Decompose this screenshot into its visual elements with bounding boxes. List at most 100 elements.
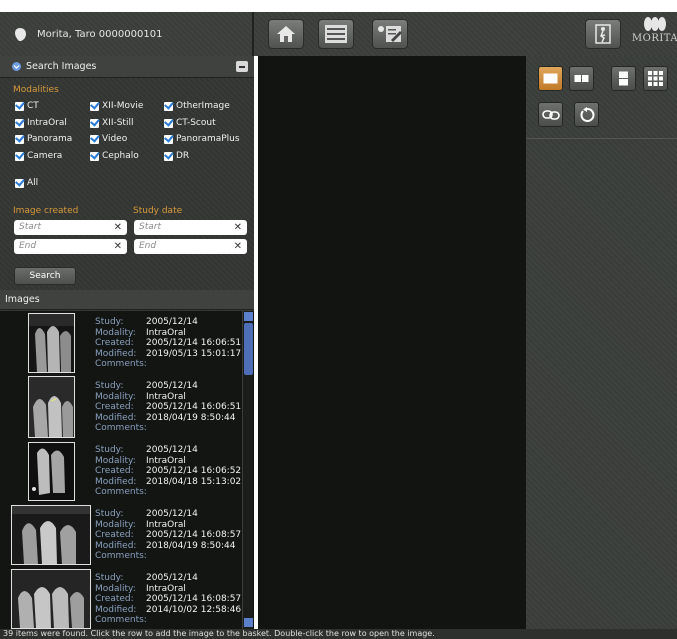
- modality-checkbox-intraoral[interactable]: IntraOral: [15, 118, 67, 128]
- collapse-chevron-icon: [12, 62, 21, 71]
- link-icon: [541, 109, 560, 120]
- modality-checkbox-panorama[interactable]: Panorama: [15, 134, 72, 144]
- modality-checkbox-ct-scout[interactable]: CT-Scout: [164, 118, 216, 128]
- two-view-button[interactable]: [569, 66, 594, 91]
- modality-label: XII-Still: [102, 118, 134, 128]
- study-date-end-field[interactable]: End ✕: [134, 239, 247, 254]
- image-list[interactable]: Study: 2005/12/14 Modality: IntraOral Crea…: [0, 311, 254, 629]
- created-value: 2005/12/14 16:08:57: [146, 594, 242, 605]
- clear-icon[interactable]: ✕: [234, 220, 242, 235]
- study-value: 2005/12/14: [146, 509, 198, 519]
- modality-key: Modality:: [95, 327, 136, 338]
- patient-name-id: Morita, Taro 0000000101: [37, 28, 163, 40]
- comments-key: Comments:: [95, 423, 147, 434]
- created-value: 2005/12/14 16:08:57: [146, 530, 242, 541]
- modality-checkbox-camera[interactable]: Camera: [15, 151, 62, 161]
- modality-label: Cephalo: [102, 151, 139, 161]
- study-date-label: Study date: [133, 206, 183, 216]
- search-images-header[interactable]: Search Images: [0, 56, 254, 78]
- image-row[interactable]: Study: 2005/12/14 Modality: IntraOral Crea…: [0, 503, 242, 567]
- rotate-button[interactable]: [574, 102, 599, 127]
- scrollbar-thumb[interactable]: [244, 323, 253, 375]
- image-info: Study: 2005/12/14 Modality: IntraOral Crea…: [95, 317, 241, 370]
- grid-view-button[interactable]: [643, 66, 668, 91]
- modality-checkbox-otherimage[interactable]: OtherImage: [164, 101, 230, 111]
- modalities-label: Modalities: [13, 85, 59, 95]
- start-placeholder: Start: [139, 222, 161, 232]
- scroll-down-icon[interactable]: [244, 618, 253, 627]
- study-date-start-field[interactable]: Start ✕: [134, 220, 247, 235]
- modality-checkbox-xii-still[interactable]: XII-Still: [90, 118, 133, 128]
- clear-icon[interactable]: ✕: [114, 239, 122, 254]
- image-row[interactable]: Study: 2005/12/14 Modality: IntraOral Crea…: [0, 375, 242, 439]
- scroll-up-icon[interactable]: [244, 312, 253, 321]
- logo-text: MORITA: [631, 33, 677, 44]
- study-key: Study:: [95, 317, 124, 327]
- checkbox-check-icon: [164, 134, 173, 144]
- created-key: Created:: [95, 466, 134, 477]
- report-edit-icon: [378, 26, 402, 42]
- image-list-button[interactable]: [318, 19, 354, 49]
- right-tool-panel: [526, 56, 677, 629]
- checkbox-check-icon: [164, 101, 173, 111]
- modality-checkbox-ct[interactable]: CT: [15, 101, 39, 111]
- checkbox-check-icon: [90, 151, 99, 161]
- checkbox-check-icon: [164, 151, 173, 161]
- modality-label: Video: [102, 134, 128, 144]
- modality-label: Camera: [27, 151, 63, 161]
- exit-icon: [595, 24, 611, 44]
- vertical-split-icon: [619, 71, 628, 86]
- xray-thumbnail: [28, 313, 75, 373]
- modality-checkbox-video[interactable]: Video: [90, 134, 127, 144]
- modality-checkbox-panoramaplus[interactable]: PanoramaPlus: [164, 134, 240, 144]
- end-placeholder: End: [139, 241, 157, 251]
- created-key: Created:: [95, 530, 134, 541]
- image-row[interactable]: Study: 2005/12/14 Modality: IntraOral Crea…: [0, 567, 242, 629]
- comments-key: Comments:: [95, 615, 147, 626]
- end-placeholder: End: [19, 241, 37, 251]
- vertical-split-button[interactable]: [611, 66, 636, 91]
- image-created-end-field[interactable]: End ✕: [14, 239, 127, 254]
- all-modalities-checkbox[interactable]: All: [15, 178, 38, 188]
- panel-divider: [526, 138, 677, 139]
- image-row[interactable]: Study: 2005/12/14 Modality: IntraOral Crea…: [0, 439, 242, 503]
- minimize-panel-icon[interactable]: [236, 61, 248, 72]
- xray-thumbnail: [28, 442, 75, 501]
- image-created-start-field[interactable]: Start ✕: [14, 220, 127, 235]
- created-key: Created:: [95, 402, 134, 413]
- modality-value: IntraOral: [146, 519, 186, 530]
- modality-checkbox-xii-movie[interactable]: XII-Movie: [90, 101, 143, 111]
- modality-value: IntraOral: [146, 583, 186, 594]
- image-viewer-area[interactable]: [258, 56, 526, 629]
- image-row[interactable]: Study: 2005/12/14 Modality: IntraOral Crea…: [0, 311, 242, 375]
- comments-key: Comments:: [95, 487, 147, 498]
- clear-icon[interactable]: ✕: [114, 220, 122, 235]
- checkbox-check-icon: [164, 118, 173, 128]
- modality-key: Modality:: [95, 519, 136, 530]
- modality-value: IntraOral: [146, 327, 186, 338]
- modality-key: Modality:: [95, 391, 136, 402]
- home-button[interactable]: [268, 19, 304, 49]
- modality-key: Modality:: [95, 583, 136, 594]
- checkbox-check-icon: [15, 151, 24, 161]
- search-button[interactable]: Search: [14, 267, 76, 285]
- modified-value: 2019/05/13 15:01:17: [146, 348, 242, 359]
- modified-value: 2018/04/19 8:50:44: [146, 412, 236, 423]
- modality-label: XII-Movie: [102, 101, 144, 111]
- modified-key: Modified:: [95, 604, 137, 615]
- modality-label: DR: [176, 151, 190, 161]
- checkbox-check-icon: [15, 101, 24, 111]
- all-label: All: [27, 178, 39, 188]
- single-view-button[interactable]: [538, 66, 563, 91]
- link-button[interactable]: [538, 102, 563, 127]
- study-key: Study:: [95, 445, 124, 455]
- clear-icon[interactable]: ✕: [234, 239, 242, 254]
- report-button[interactable]: [372, 19, 408, 49]
- image-list-scrollbar[interactable]: [242, 311, 253, 629]
- created-key: Created:: [95, 338, 134, 349]
- modified-key: Modified:: [95, 348, 137, 359]
- image-info: Study: 2005/12/14 Modality: IntraOral Crea…: [95, 445, 241, 498]
- modality-checkbox-dr[interactable]: DR: [164, 151, 189, 161]
- modality-checkbox-cephalo[interactable]: Cephalo: [90, 151, 139, 161]
- exit-button[interactable]: [585, 19, 621, 49]
